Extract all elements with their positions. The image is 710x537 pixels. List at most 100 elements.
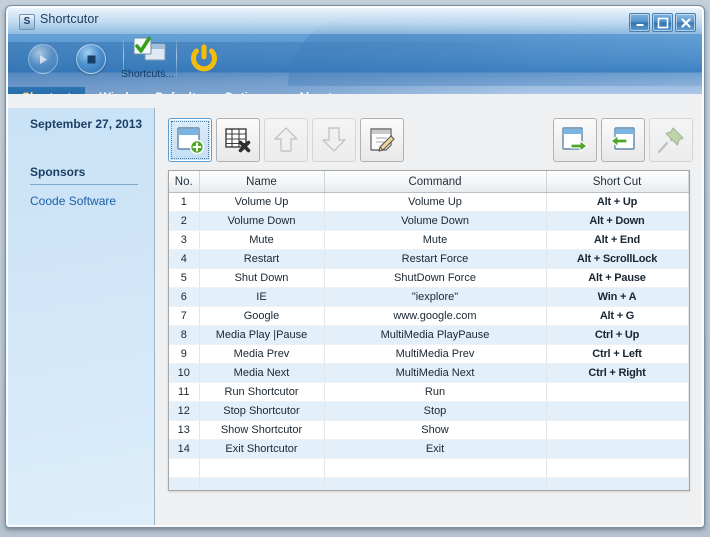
cell-no: 13 xyxy=(169,420,200,440)
cell-no: 6 xyxy=(169,287,200,307)
cell-command: Mute xyxy=(324,230,547,250)
table-body: 1 Volume Up Volume Up Alt + Up 2 Volume Down V… xyxy=(169,192,689,490)
edit-pencil-icon xyxy=(370,128,395,152)
cell-shortcut: Ctrl + Up xyxy=(546,325,689,345)
run-button[interactable] xyxy=(28,44,58,74)
table-row[interactable]: 12 Stop Shortcutor Stop xyxy=(169,401,689,421)
close-icon[interactable] xyxy=(675,13,696,32)
table-row[interactable]: 11 Run Shortcutor Run xyxy=(169,382,689,402)
cell-shortcut: Win + A xyxy=(546,287,689,307)
cell-no: 4 xyxy=(169,249,200,269)
cell-no: 12 xyxy=(169,401,200,421)
table-row[interactable]: 10 Media Next MultiMedia Next Ctrl + Right xyxy=(169,363,689,383)
tab-windows-default[interactable]: Windows Default xyxy=(85,86,210,94)
power-button[interactable] xyxy=(188,42,220,79)
cell-empty xyxy=(546,477,689,490)
cell-name: Mute xyxy=(199,230,325,250)
table-row[interactable]: 8 Media Play |Pause MultiMedia PlayPause Ct… xyxy=(169,325,689,345)
maximize-icon[interactable] xyxy=(652,13,673,32)
tab-options[interactable]: Options xyxy=(210,86,283,94)
column-header-command[interactable]: Command xyxy=(324,171,547,193)
cell-spacer xyxy=(688,249,689,269)
table-row[interactable]: 4 Restart Restart Force Alt + ScrollLock xyxy=(169,249,689,269)
shortcuts-icon xyxy=(133,36,166,61)
stop-icon xyxy=(76,44,106,74)
cell-spacer xyxy=(688,211,689,231)
cell-empty xyxy=(688,458,689,478)
cell-command: Show xyxy=(324,420,547,440)
sidebar-sponsor-link[interactable]: Coode Software xyxy=(30,194,116,208)
table-row[interactable]: 5 Shut Down ShutDown Force Alt + Pause xyxy=(169,268,689,288)
cell-shortcut: Alt + Up xyxy=(546,192,689,212)
cell-command: Volume Up xyxy=(324,192,547,212)
table-row[interactable]: 6 IE "iexplore" Win + A xyxy=(169,287,689,307)
table-row[interactable]: 7 Google www.google.com Alt + G xyxy=(169,306,689,326)
column-header-shortcut[interactable]: Short Cut xyxy=(546,171,689,193)
move-up-button[interactable] xyxy=(264,118,308,162)
tab-about[interactable]: About xyxy=(283,86,346,94)
cell-spacer xyxy=(688,363,689,383)
window-header: S Shortcutor Shortcuts... xyxy=(8,8,702,94)
column-header-no[interactable]: No. xyxy=(169,171,200,193)
cell-empty xyxy=(324,477,547,490)
cell-spacer xyxy=(688,268,689,288)
cell-name: Media Next xyxy=(199,363,325,383)
shortcuts-table-container[interactable]: No. Name Command Short Cut 1 Volume Up Vol… xyxy=(168,170,690,491)
cell-empty xyxy=(169,458,200,478)
pin-button[interactable] xyxy=(649,118,693,162)
sidebar-sponsors-heading: Sponsors xyxy=(30,165,86,179)
cell-spacer xyxy=(688,325,689,345)
tab-shortcut[interactable]: Shortcut xyxy=(8,86,86,94)
stop-button[interactable] xyxy=(76,44,106,74)
table-empty-row[interactable] xyxy=(169,458,689,478)
export-button[interactable] xyxy=(553,118,597,162)
table-row[interactable]: 14 Exit Shortcutor Exit xyxy=(169,439,689,459)
cell-spacer xyxy=(688,192,689,212)
window-controls xyxy=(629,13,696,32)
cell-shortcut xyxy=(546,401,689,421)
cell-command: Exit xyxy=(324,439,547,459)
table-row[interactable]: 1 Volume Up Volume Up Alt + Up xyxy=(169,192,689,212)
power-icon xyxy=(191,44,217,72)
table-row[interactable]: 13 Show Shortcutor Show xyxy=(169,420,689,440)
table-row[interactable]: 9 Media Prev MultiMedia Prev Ctrl + Left xyxy=(169,344,689,364)
cell-empty xyxy=(546,458,689,478)
column-header-spacer[interactable] xyxy=(688,171,689,193)
cell-no: 11 xyxy=(169,382,200,402)
arrow-down-icon xyxy=(322,127,346,152)
cell-spacer xyxy=(688,382,689,402)
move-down-button[interactable] xyxy=(312,118,356,162)
cell-shortcut xyxy=(546,420,689,440)
cell-name: Volume Up xyxy=(199,192,325,212)
cell-spacer xyxy=(688,420,689,440)
minimize-icon[interactable] xyxy=(629,13,650,32)
shortcuts-table: No. Name Command Short Cut 1 Volume Up Vol… xyxy=(169,171,689,490)
window-body: September 27, 2013 Sponsors Coode Softwa… xyxy=(8,108,702,525)
cell-shortcut xyxy=(546,439,689,459)
cell-empty xyxy=(199,458,325,478)
window-title: Shortcutor xyxy=(40,12,99,26)
column-header-name[interactable]: Name xyxy=(199,171,325,193)
pushpin-icon xyxy=(657,127,684,154)
cell-spacer xyxy=(688,344,689,364)
table-row[interactable]: 3 Mute Mute Alt + End xyxy=(169,230,689,250)
cell-shortcut: Alt + Down xyxy=(546,211,689,231)
app-icon: S xyxy=(19,14,35,30)
table-row[interactable]: 2 Volume Down Volume Down Alt + Down xyxy=(169,211,689,231)
cell-empty xyxy=(324,458,547,478)
cell-command: Stop xyxy=(324,401,547,421)
table-empty-row[interactable] xyxy=(169,477,689,490)
cell-shortcut xyxy=(546,382,689,402)
add-shortcut-button[interactable] xyxy=(168,118,212,162)
cell-name: Exit Shortcutor xyxy=(199,439,325,459)
import-button[interactable] xyxy=(601,118,645,162)
cell-name: IE xyxy=(199,287,325,307)
shortcuts-button[interactable] xyxy=(133,36,167,71)
delete-shortcut-button[interactable] xyxy=(216,118,260,162)
cell-name: Run Shortcutor xyxy=(199,382,325,402)
cell-command: Restart Force xyxy=(324,249,547,269)
cell-no: 8 xyxy=(169,325,200,345)
edit-shortcut-button[interactable] xyxy=(360,118,404,162)
tab-bar: Shortcut Windows Default Options About xyxy=(8,86,702,94)
cell-command: Run xyxy=(324,382,547,402)
